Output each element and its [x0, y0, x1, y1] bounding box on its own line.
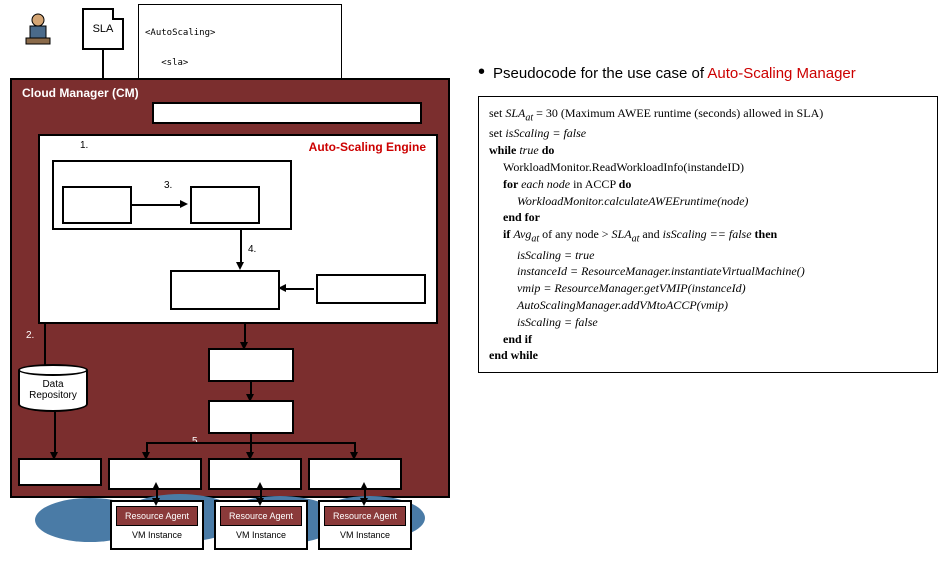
cm-title: Cloud Manager (CM): [22, 86, 139, 100]
crps-box: Cloud Resource Provisioning Service: [152, 102, 422, 124]
step-1: 1.: [80, 140, 88, 151]
arrow-head: [180, 200, 188, 208]
engine-title: Auto-Scaling Engine: [309, 140, 426, 154]
workload-monitor: Workload Monitor: [316, 274, 426, 304]
arrow-head: [152, 498, 160, 506]
sla-receiver-label: SLA Receiver: [75, 193, 118, 217]
pc-line: instanceId = ResourceManager.instantiate…: [489, 263, 927, 280]
arrow: [244, 324, 246, 344]
arrow-head: [152, 482, 160, 490]
vm-label: VM Instance: [320, 530, 410, 540]
pc-line: WorkloadMonitor.ReadWorkloadInfo(instand…: [489, 159, 927, 176]
pc-line: vmip = ResourceManager.getVMIP(instanceI…: [489, 280, 927, 297]
bullet-text-a: Pseudocode for the use case of: [493, 65, 707, 82]
pc-line: end for: [489, 209, 927, 226]
sla-analyzer: SLA Analyzer: [190, 186, 260, 224]
sla-document: SLA: [82, 8, 124, 50]
data-repository: Data Repository: [18, 366, 88, 412]
rac-2: Resource Agent Controller: [208, 458, 302, 490]
arrow: [240, 230, 242, 264]
rac-3: Resource Agent Controller: [308, 458, 402, 490]
arrow-head: [50, 452, 58, 460]
vm-label: VM Instance: [216, 530, 306, 540]
pc-line: set SLAat = 30 (Maximum AWEE runtime (se…: [489, 105, 927, 125]
asm-label: Auto-Scaling Manager: [194, 278, 256, 302]
user-icon: [18, 8, 58, 51]
sla-receiver: SLA Receiver: [62, 186, 132, 224]
pc-line: while true do: [489, 142, 927, 159]
arrow: [284, 288, 314, 290]
cloud-manager: Cloud Manager (CM) Cloud Resource Provis…: [10, 78, 450, 498]
arrow-head: [256, 498, 264, 506]
resource-controller: Resource Controller: [208, 400, 294, 434]
pc-line: for each node in ACCP do: [489, 176, 927, 193]
rc-label: Resource Controller: [227, 405, 275, 429]
vm-3: Resource Agent VM Instance: [318, 500, 412, 550]
rac-label: Resource Agent Controller: [319, 463, 390, 485]
arrow-head: [256, 482, 264, 490]
bullet-text-b: Auto-Scaling Manager: [707, 65, 855, 82]
ra-1: Resource Agent: [116, 506, 198, 526]
arrow: [44, 324, 46, 368]
arrow-head: [236, 262, 244, 270]
crps-label: Cloud Resource Provisioning Service: [196, 107, 378, 119]
step-3: 3.: [164, 180, 172, 191]
ra-label: Resource Agent: [125, 511, 189, 521]
rm-label: Resource Manager: [227, 353, 274, 377]
pc-line: isScaling = true: [489, 247, 927, 264]
arcf-label: ARCF Adoptor: [25, 466, 96, 478]
pc-line: end if: [489, 331, 927, 348]
sla-manager: SLA Manager 3. SLA Receiver SLA Analyzer: [52, 160, 292, 230]
ra-label: Resource Agent: [333, 511, 397, 521]
sla-doc-label: SLA: [93, 23, 114, 35]
dr-label: Data Repository: [29, 379, 77, 401]
ra-2: Resource Agent: [220, 506, 302, 526]
step-4: 4.: [248, 244, 256, 255]
xml-line: <AutoScaling>: [145, 28, 335, 38]
vm-2: Resource Agent VM Instance: [214, 500, 308, 550]
pc-line: if Avgat of any node > SLAat and isScali…: [489, 226, 927, 246]
pc-line: isScaling = false: [489, 314, 927, 331]
pc-line: AutoScalingManager.addVMtoACCP(vmip): [489, 297, 927, 314]
pc-line: end while: [489, 347, 927, 364]
xml-line: <sla>: [145, 58, 335, 68]
bullet-dot: •: [478, 62, 485, 82]
arrow: [132, 204, 182, 206]
vm-1: Resource Agent VM Instance: [110, 500, 204, 550]
pc-line: set isScaling = false: [489, 125, 927, 142]
pseudocode-box: set SLAat = 30 (Maximum AWEE runtime (se…: [478, 96, 938, 373]
arrow: [54, 412, 56, 456]
pc-line: WorkloadMonitor.calculateAWEEruntime(nod…: [489, 193, 927, 210]
arrow-head: [278, 284, 286, 292]
ra-label: Resource Agent: [229, 511, 293, 521]
sla-manager-label: SLA Manager: [114, 164, 175, 175]
wm-label: Workload Monitor: [328, 283, 414, 295]
arrow-head: [360, 498, 368, 506]
arcf-adoptor: ARCF Adoptor: [18, 458, 102, 486]
arrow-head: [360, 482, 368, 490]
step-2: 2.: [26, 330, 34, 341]
right-panel: • Pseudocode for the use case of Auto-Sc…: [478, 62, 938, 373]
ra-3: Resource Agent: [324, 506, 406, 526]
auto-scaling-engine: Auto-Scaling Engine 1. SLA Manager 3. SL…: [38, 134, 438, 324]
vm-label: VM Instance: [112, 530, 202, 540]
sla-analyzer-label: SLA Analyzer: [204, 193, 247, 217]
resource-manager: Resource Manager: [208, 348, 294, 382]
rac-label: Resource Agent Controller: [219, 463, 290, 485]
bullet-line: • Pseudocode for the use case of Auto-Sc…: [478, 62, 938, 82]
asm-box: Auto-Scaling Manager: [170, 270, 280, 310]
